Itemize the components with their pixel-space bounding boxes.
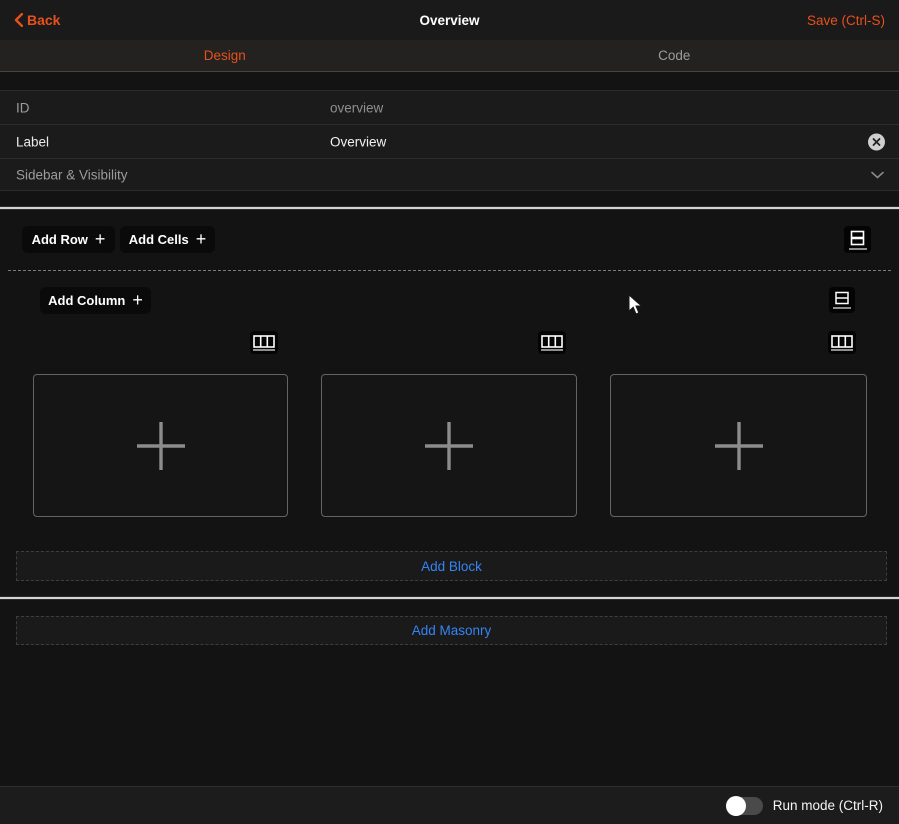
plus-icon xyxy=(425,422,473,470)
chevron-down-icon xyxy=(871,166,884,184)
add-column-button[interactable]: Add Column + xyxy=(40,287,151,314)
row-split-icon xyxy=(834,291,850,306)
three-columns-icon xyxy=(541,335,563,348)
icon-underline xyxy=(253,349,275,351)
run-mode-toggle[interactable] xyxy=(727,797,763,815)
plus-icon: + xyxy=(196,230,207,248)
tab-code[interactable]: Code xyxy=(450,40,899,71)
label-input[interactable]: Overview xyxy=(330,134,386,149)
add-column-label: Add Column xyxy=(48,293,125,308)
plus-icon: + xyxy=(95,230,106,248)
cell-placeholder-2[interactable] xyxy=(321,374,577,517)
icon-underline xyxy=(833,307,851,309)
cell-placeholder-1[interactable] xyxy=(33,374,288,517)
run-mode-label: Run mode (Ctrl-R) xyxy=(773,798,883,813)
cell-placeholder-3[interactable] xyxy=(610,374,867,517)
add-cells-button[interactable]: Add Cells + xyxy=(120,226,215,253)
section-splitter-bottom[interactable] xyxy=(0,597,899,599)
top-bar: Back Overview Save (Ctrl-S) xyxy=(0,0,899,40)
sidebar-visibility-label: Sidebar & Visibility xyxy=(16,167,128,182)
plus-icon xyxy=(137,422,185,470)
stacked-rows-icon xyxy=(849,230,866,247)
save-button[interactable]: Save (Ctrl-S) xyxy=(807,0,885,40)
icon-underline xyxy=(849,248,867,250)
page-title: Overview xyxy=(0,0,899,40)
tab-design[interactable]: Design xyxy=(0,40,450,71)
plus-icon xyxy=(715,422,763,470)
add-cells-label: Add Cells xyxy=(129,232,189,247)
cell-2-columns-button[interactable] xyxy=(538,331,566,354)
add-masonry-button[interactable]: Add Masonry xyxy=(16,616,887,645)
row-layout-button[interactable] xyxy=(844,226,871,253)
id-row: ID overview xyxy=(0,91,899,125)
page-editor: Back Overview Save (Ctrl-S) Design Code … xyxy=(0,0,899,824)
cell-3-columns-button[interactable] xyxy=(828,331,856,354)
add-row-label: Add Row xyxy=(32,232,88,247)
x-icon xyxy=(872,137,881,146)
three-columns-icon xyxy=(253,335,275,348)
add-block-button[interactable]: Add Block xyxy=(16,551,887,581)
icon-underline xyxy=(541,349,563,351)
label-row: Label Overview xyxy=(0,125,899,159)
id-value: overview xyxy=(330,100,383,115)
toggle-knob xyxy=(726,796,746,816)
bottom-bar: Run mode (Ctrl-R) xyxy=(0,786,899,824)
mouse-cursor-icon xyxy=(628,294,644,316)
cell-1-columns-button[interactable] xyxy=(250,331,278,354)
plus-icon: + xyxy=(132,291,143,309)
add-row-button[interactable]: Add Row + xyxy=(22,226,115,253)
clear-label-button[interactable] xyxy=(868,133,885,150)
three-columns-icon xyxy=(831,335,853,348)
icon-underline xyxy=(831,349,853,351)
section-splitter-top[interactable] xyxy=(0,207,899,209)
row-split-button[interactable] xyxy=(829,287,855,313)
row-separator xyxy=(8,270,891,271)
page-properties-form: ID overview Label Overview Sidebar & Vis… xyxy=(0,90,899,191)
label-label: Label xyxy=(16,134,49,149)
id-label: ID xyxy=(16,100,30,115)
tab-bar: Design Code xyxy=(0,40,899,72)
sidebar-visibility-row[interactable]: Sidebar & Visibility xyxy=(0,159,899,191)
